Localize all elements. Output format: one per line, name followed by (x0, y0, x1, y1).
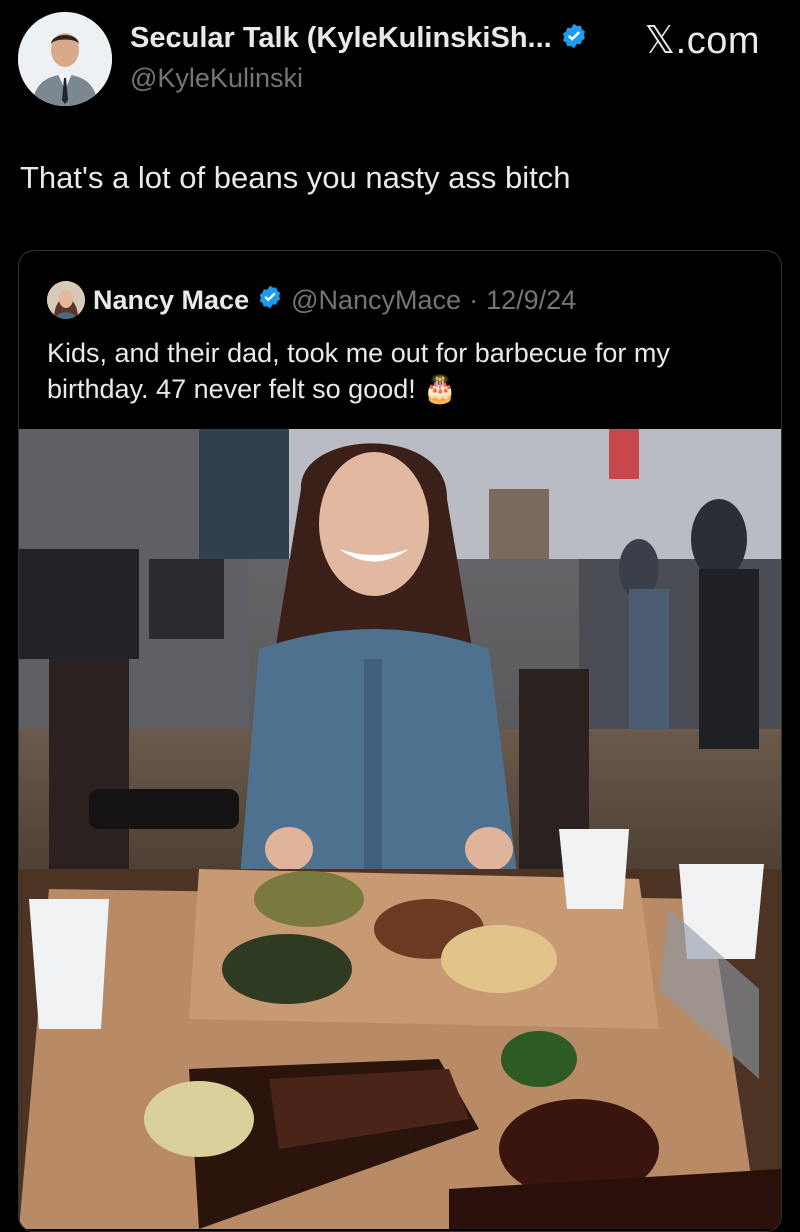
brand-logo: 𝕏.com (644, 20, 760, 62)
quoted-avatar[interactable] (47, 281, 85, 319)
author-name[interactable]: Secular Talk (KyleKulinskiSh... (130, 22, 552, 55)
author-block: Secular Talk (KyleKulinskiSh... @KyleKul… (130, 22, 588, 94)
quoted-tweet[interactable]: Nancy Mace @NancyMace · 12/9/24 Kids, an… (18, 250, 782, 1232)
author-handle[interactable]: @KyleKulinski (130, 63, 588, 94)
tweet-text: That's a lot of beans you nasty ass bitc… (20, 160, 571, 195)
quoted-header: Nancy Mace @NancyMace · 12/9/24 (47, 281, 576, 319)
quoted-author-name[interactable]: Nancy Mace (93, 285, 249, 316)
verified-badge-icon (257, 284, 283, 317)
quoted-date[interactable]: 12/9/24 (486, 285, 576, 316)
verified-badge-icon (560, 22, 588, 55)
author-avatar[interactable] (18, 12, 112, 106)
meta-separator: · (469, 284, 479, 315)
quoted-photo[interactable] (19, 429, 781, 1229)
quoted-text: Kids, and their dad, took me out for bar… (47, 338, 670, 404)
quoted-author-handle[interactable]: @NancyMace (291, 285, 461, 316)
